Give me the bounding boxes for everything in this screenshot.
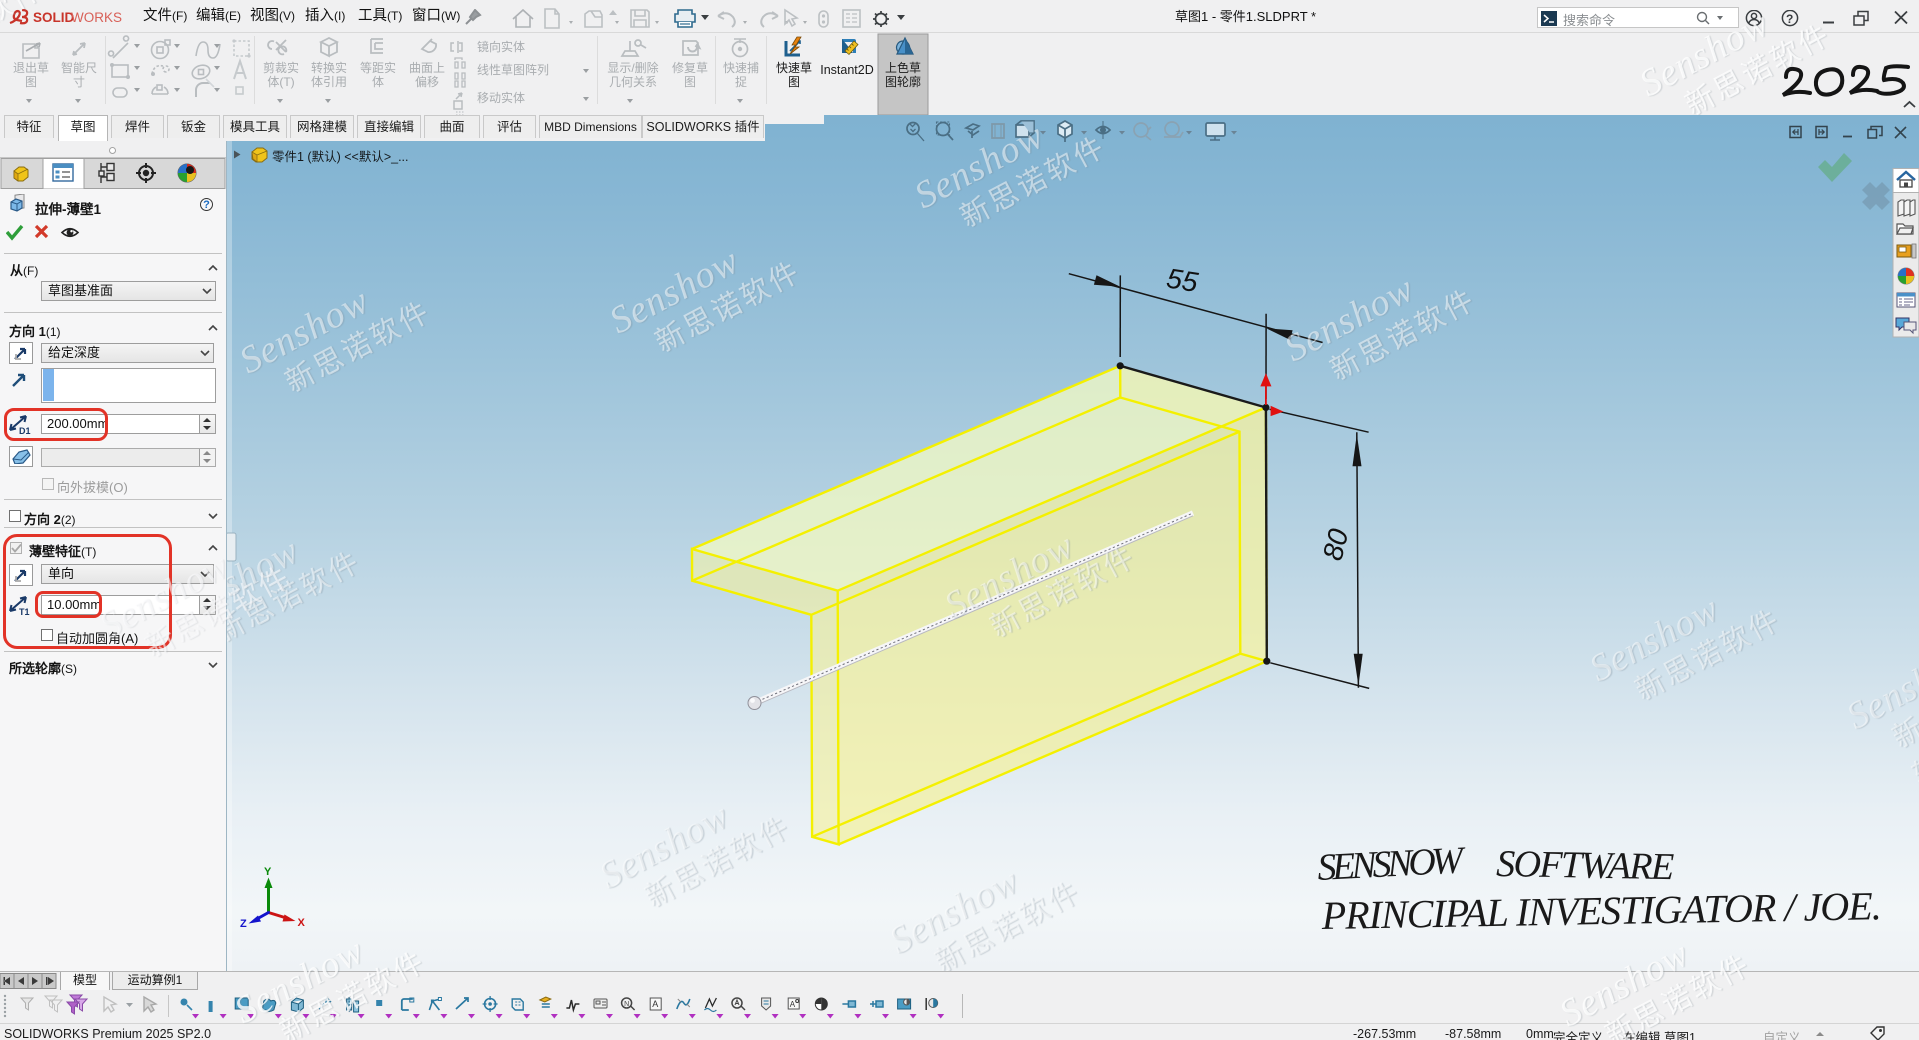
svg-text:80: 80 bbox=[1317, 525, 1355, 563]
svg-text:55: 55 bbox=[1164, 262, 1200, 298]
svg-text:X: X bbox=[298, 917, 306, 929]
svg-text:SENSNOW: SENSNOW bbox=[1316, 839, 1467, 889]
svg-text:WORKS: WORKS bbox=[71, 10, 122, 25]
svg-text:N: N bbox=[624, 1001, 629, 1008]
svg-text:PRINCIPAL INVESTIGATOR / JOE.: PRINCIPAL INVESTIGATOR / JOE. bbox=[1320, 883, 1882, 938]
svg-text:Z: Z bbox=[240, 918, 247, 930]
svg-text:A: A bbox=[652, 999, 658, 1009]
svg-text:零件1 (默认) <<默认>_...: 零件1 (默认) <<默认>_... bbox=[272, 149, 409, 164]
svg-text:SOFTWARE: SOFTWARE bbox=[1496, 843, 1675, 888]
svg-text:Y: Y bbox=[264, 866, 272, 878]
svg-text:SOLID: SOLID bbox=[33, 10, 75, 25]
svg-text:?: ? bbox=[1786, 12, 1793, 26]
svg-text:A: A bbox=[790, 1000, 796, 1009]
